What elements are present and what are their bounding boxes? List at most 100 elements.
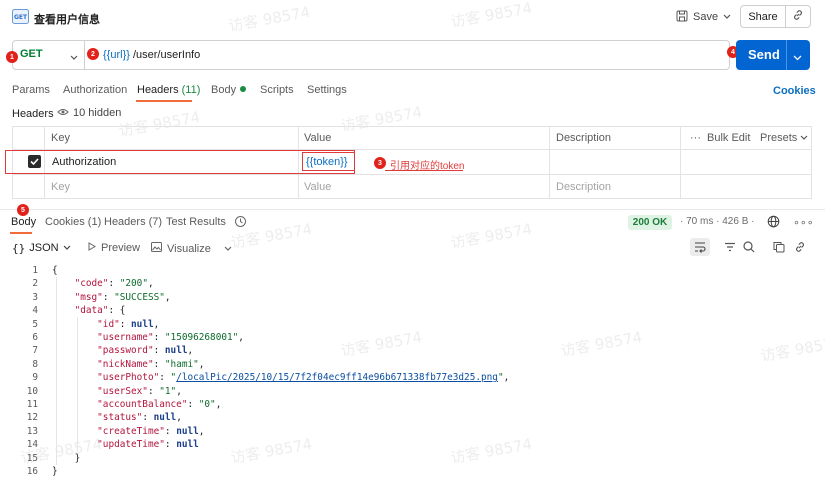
code-line: "createTime": null, xyxy=(97,425,205,437)
presets-dropdown[interactable]: Presets xyxy=(760,132,808,144)
globe-icon[interactable] xyxy=(767,215,780,231)
new-value-placeholder[interactable]: Value xyxy=(304,181,331,193)
save-icon xyxy=(676,10,688,25)
json-value-msg: "SUCCESS" xyxy=(114,291,165,303)
line-number: 3 xyxy=(32,291,38,303)
tab-params[interactable]: Params xyxy=(12,84,50,96)
link-icon[interactable] xyxy=(794,241,806,256)
json-value-password: null xyxy=(164,345,188,357)
json-value-status: null xyxy=(153,412,177,424)
method-select[interactable]: GET xyxy=(20,48,43,60)
json-value-userphoto-link[interactable]: /localPic/2025/10/15/7f2f04ec9ff14e96b67… xyxy=(176,372,498,383)
chevron-down-icon[interactable] xyxy=(70,50,78,64)
watermark: 访客 98574 xyxy=(449,219,534,253)
link-icon xyxy=(792,9,804,24)
json-value-id: null xyxy=(131,318,154,330)
new-description-placeholder[interactable]: Description xyxy=(556,181,611,193)
code-line: "username": "15096268001", xyxy=(97,332,244,343)
new-key-placeholder[interactable]: Key xyxy=(51,181,70,193)
tab-headers[interactable]: Headers (11) xyxy=(137,84,200,96)
annotation-marker-5: 5 xyxy=(17,204,29,216)
response-divider xyxy=(0,209,825,210)
chevron-down-icon xyxy=(800,132,808,144)
share-button[interactable]: Share xyxy=(740,5,786,28)
column-header-key: Key xyxy=(51,132,70,144)
annotation-marker-2: 2 xyxy=(87,48,99,60)
cookies-link[interactable]: Cookies xyxy=(773,85,816,97)
eye-icon xyxy=(57,107,69,119)
table-row-divider xyxy=(12,174,812,175)
response-tab-cookies[interactable]: Cookies (1) xyxy=(45,216,101,228)
filter-icon[interactable] xyxy=(724,241,736,256)
json-value-username: "15096268001" xyxy=(164,332,239,343)
tab-body[interactable]: Body xyxy=(211,84,247,96)
format-select[interactable]: {} JSON xyxy=(12,240,71,256)
line-number: 14 xyxy=(26,439,38,451)
watermark: 访客 98574 xyxy=(449,434,534,468)
copy-icon[interactable] xyxy=(773,241,785,256)
json-value-nickname: "hami" xyxy=(164,358,199,370)
bulk-edit-button[interactable]: ··· Bulk Edit xyxy=(690,132,750,144)
wrap-lines-button[interactable] xyxy=(690,238,710,256)
response-size[interactable]: 426 B xyxy=(722,216,748,227)
code-line: "data": { xyxy=(74,305,126,317)
annotation-marker-1: 1 xyxy=(6,51,18,63)
line-number: 12 xyxy=(26,412,38,424)
line-number: 16 xyxy=(26,466,38,477)
chevron-down-icon xyxy=(63,242,71,254)
svg-text:GET: GET xyxy=(14,14,28,21)
wrap-icon xyxy=(695,242,706,253)
line-number: 11 xyxy=(26,399,38,410)
request-title[interactable]: 查看用户信息 xyxy=(34,11,100,27)
visualize-button[interactable]: Visualize xyxy=(151,242,232,255)
preview-button[interactable]: Preview xyxy=(88,242,140,254)
status-badge[interactable]: 200 OK xyxy=(628,215,672,230)
history-icon[interactable] xyxy=(234,215,247,231)
response-tab-test-results[interactable]: Test Results xyxy=(166,216,226,228)
column-header-description: Description xyxy=(556,132,612,144)
send-label[interactable]: Send xyxy=(748,47,780,62)
code-line: "password": null, xyxy=(97,345,194,357)
header-value-cell[interactable]: {{token}} xyxy=(306,156,348,168)
tab-authorization[interactable]: Authorization xyxy=(63,84,127,96)
response-tab-body[interactable]: Body xyxy=(11,216,36,228)
tab-body-label: Body xyxy=(211,84,237,96)
active-tab-indicator xyxy=(136,100,192,102)
hidden-headers-toggle[interactable]: 10 hidden xyxy=(57,107,121,119)
line-number: 7 xyxy=(32,345,38,357)
save-button[interactable]: Save xyxy=(668,6,733,28)
url-input[interactable]: {{url}} /user/userInfo xyxy=(103,49,200,61)
braces-icon: {} xyxy=(12,241,26,255)
hidden-count: 10 hidden xyxy=(73,107,122,119)
column-header-value: Value xyxy=(304,132,332,144)
annotation-note: 引用对应的token xyxy=(390,161,465,172)
code-line: "userSex": "1", xyxy=(97,385,182,397)
active-tab-indicator xyxy=(10,232,32,234)
watermark: 访客 98574 xyxy=(229,434,314,468)
response-tab-headers[interactable]: Headers (7) xyxy=(104,216,162,228)
header-key-cell[interactable]: Authorization xyxy=(52,156,116,168)
copy-link-button[interactable] xyxy=(785,5,811,28)
tab-scripts[interactable]: Scripts xyxy=(260,84,294,96)
chevron-down-icon[interactable] xyxy=(793,50,802,64)
search-icon[interactable] xyxy=(743,241,755,256)
preview-label: Preview xyxy=(101,242,141,254)
code-line: { xyxy=(52,265,58,276)
headers-section-label: Headers xyxy=(12,108,54,120)
play-icon xyxy=(88,242,96,254)
bulk-edit-label: Bulk Edit xyxy=(707,132,751,144)
line-number: 6 xyxy=(32,332,38,343)
watermark: 访客 98574 xyxy=(559,327,644,361)
image-icon xyxy=(151,242,162,255)
json-value-accountbalance: "0" xyxy=(198,399,216,410)
body-status-dot xyxy=(240,86,247,92)
line-number: 1 xyxy=(32,265,38,276)
tab-settings[interactable]: Settings xyxy=(307,84,347,96)
json-value-usersex: "1" xyxy=(159,385,177,397)
more-options-icon[interactable]: ∘∘∘ xyxy=(793,216,814,229)
code-line: "code": "200", xyxy=(74,278,154,290)
tab-headers-label: Headers xyxy=(137,84,179,96)
response-time[interactable]: 70 ms xyxy=(686,216,713,227)
header-enabled-checkbox[interactable] xyxy=(28,155,41,168)
code-line: "msg": "SUCCESS", xyxy=(74,291,171,303)
